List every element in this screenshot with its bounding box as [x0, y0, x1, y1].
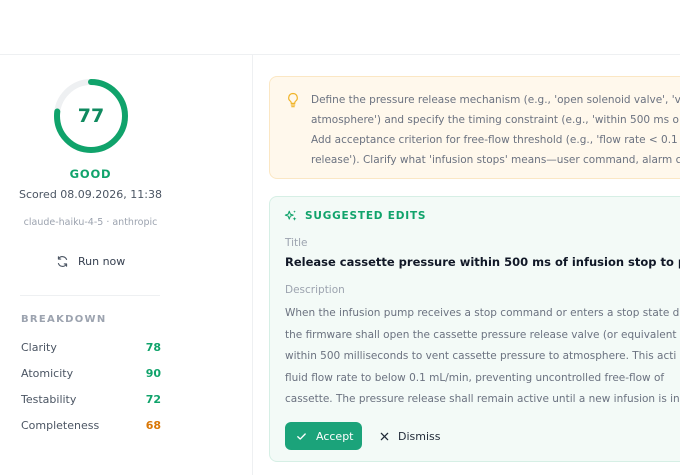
- scored-timestamp: Scored 08.09.2026, 11:38: [19, 188, 162, 201]
- improvement-hint: Define the pressure release mechanism (e…: [269, 76, 680, 179]
- top-bar: [0, 0, 680, 55]
- score-sidebar: 77 GOOD Scored 08.09.2026, 11:38 claude-…: [0, 55, 253, 475]
- run-now-button[interactable]: Run now: [56, 252, 125, 270]
- check-icon: [297, 432, 306, 440]
- hint-line: Define the pressure release mechanism (e…: [311, 94, 680, 106]
- hint-line: Add acceptance criterion for free-flow t…: [311, 134, 678, 146]
- breakdown-title: BREAKDOWN: [21, 314, 107, 325]
- close-icon: [380, 432, 389, 440]
- hint-line: atmosphere') and specify the timing cons…: [311, 114, 679, 126]
- metric-completeness: Completeness 68: [21, 417, 161, 433]
- description-line: cassette. The pressure release shall rem…: [285, 393, 680, 405]
- score-value: 77: [77, 105, 105, 127]
- metric-label: Completeness: [21, 418, 100, 432]
- suggested-edits-header: SUGGESTED EDITS: [284, 209, 426, 223]
- suggested-edits-title: SUGGESTED EDITS: [305, 210, 427, 222]
- description-line: fluid flow rate to below 0.1 mL/min, pre…: [285, 371, 665, 384]
- hint-line: release'). Clarify what 'infusion stops'…: [311, 154, 680, 166]
- model-label: claude-haiku-4-5 · anthropic: [23, 217, 158, 228]
- title-label: Title: [285, 237, 308, 249]
- suggested-title: Release cassette pressure within 500 ms …: [285, 255, 680, 269]
- metric-clarity: Clarity 78: [21, 339, 161, 355]
- metric-label: Atomicity: [21, 366, 74, 380]
- metric-value: 90: [145, 366, 161, 380]
- suggested-description: When the infusion pump receives a stop c…: [285, 303, 680, 411]
- score-rating: GOOD: [69, 167, 112, 181]
- metric-testability: Testability 72: [21, 391, 161, 407]
- run-now-label: Run now: [78, 254, 126, 268]
- description-label: Description: [285, 284, 345, 296]
- sidebar-divider: [20, 295, 160, 296]
- metric-value: 72: [145, 392, 161, 406]
- metric-value: 78: [145, 340, 161, 354]
- metric-label: Testability: [21, 392, 77, 406]
- accept-button[interactable]: Accept: [285, 422, 362, 450]
- description-line: When the infusion pump receives a stop c…: [285, 307, 680, 319]
- dismiss-button[interactable]: Dismiss: [380, 428, 441, 444]
- metric-atomicity: Atomicity 90: [21, 365, 161, 381]
- metric-value: 68: [145, 418, 161, 432]
- metric-label: Clarity: [21, 340, 57, 354]
- score-gauge: 77: [52, 77, 130, 155]
- hint-text: Define the pressure release mechanism (e…: [311, 90, 680, 170]
- suggested-edits-card: SUGGESTED EDITS Title Release cassette p…: [269, 196, 680, 462]
- dismiss-label: Dismiss: [398, 429, 441, 443]
- accept-label: Accept: [316, 429, 354, 443]
- description-line: the firmware shall open the cassette pre…: [285, 328, 677, 341]
- sparkles-icon: [284, 210, 297, 221]
- main-panel: Define the pressure release mechanism (e…: [254, 55, 680, 475]
- refresh-icon: [57, 255, 68, 267]
- description-line: within 500 milliseconds to vent cassette…: [285, 350, 677, 362]
- lightbulb-icon: [288, 92, 298, 108]
